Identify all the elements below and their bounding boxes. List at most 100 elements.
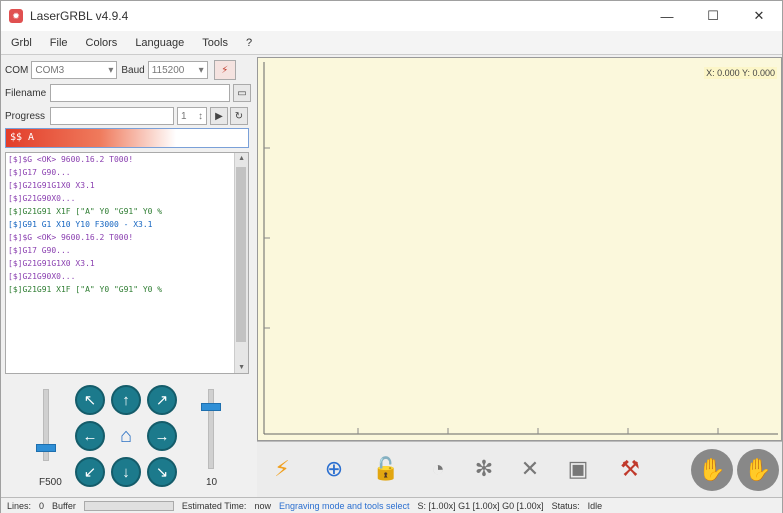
- connect-button[interactable]: ⚡: [213, 60, 236, 80]
- preview-canvas[interactable]: X: 0.000 Y: 0.000: [257, 57, 782, 441]
- estimated-time-label: Estimated Time:: [181, 500, 247, 511]
- chevron-down-icon: ▾: [108, 64, 114, 76]
- maximize-button[interactable]: ☐: [690, 1, 736, 31]
- stop-icon[interactable]: ✋: [737, 449, 779, 491]
- home-icon: ⌂: [119, 424, 133, 447]
- open-file-button[interactable]: ▭: [233, 84, 251, 102]
- focus-icon[interactable]: ✕: [509, 446, 551, 492]
- frame-icon[interactable]: ▣: [557, 446, 599, 492]
- jog-up-right-button[interactable]: ↗: [147, 385, 177, 415]
- center-icon[interactable]: ⊕: [313, 446, 355, 492]
- lines-label: Lines:: [7, 500, 32, 511]
- command-text: $$ A: [10, 132, 35, 143]
- step-slider-thumb[interactable]: [201, 402, 221, 411]
- menu-tools[interactable]: Tools: [202, 37, 228, 49]
- arrow-down-right-icon: ↘: [155, 464, 169, 481]
- progress-row: Progress 1 ↕ ▶ ↻: [5, 105, 253, 127]
- log-lines: [$]$G <OK> 9600.16.2 T000! [$]G17 G90... […: [6, 153, 248, 296]
- com-port-select[interactable]: COM3 ▾: [31, 61, 118, 79]
- log-line: [$]G17 G90...: [8, 246, 71, 255]
- arrow-up-icon: ↑: [122, 391, 130, 409]
- step-slider[interactable]: [208, 389, 214, 469]
- menu-file[interactable]: File: [50, 37, 68, 49]
- minimize-button[interactable]: —: [644, 1, 690, 31]
- console-log[interactable]: [$]$G <OK> 9600.16.2 T000! [$]G17 G90... […: [5, 152, 249, 374]
- baud-rate-select[interactable]: 115200 ▾: [147, 61, 208, 79]
- settings-icon[interactable]: ✻: [463, 446, 505, 492]
- lasergrbl-window: ✹ LaserGRBL v4.9.4 — ☐ ✕ Grbl File Color…: [0, 0, 783, 513]
- com-label: COM: [5, 64, 29, 76]
- status-value: Idle: [587, 500, 603, 511]
- flash-icon[interactable]: ⚡: [261, 446, 303, 492]
- passes-value: 1: [181, 110, 187, 122]
- baud-rate-value: 115200: [151, 64, 185, 76]
- com-port-value: COM3: [35, 64, 65, 76]
- buffer-label: Buffer: [52, 500, 76, 511]
- menu-colors[interactable]: Colors: [86, 37, 118, 49]
- menu-language[interactable]: Language: [135, 37, 184, 49]
- log-scroll-thumb[interactable]: [236, 167, 246, 342]
- run-program-button[interactable]: ▶: [210, 107, 228, 125]
- arrow-down-left-icon: ↙: [83, 464, 97, 481]
- folder-icon: ▭: [237, 87, 247, 99]
- jog-left-button[interactable]: ←: [75, 421, 105, 451]
- log-line: [$]G17 G90...: [8, 168, 71, 177]
- window-controls: — ☐ ✕: [644, 1, 782, 31]
- jog-right-button[interactable]: →: [147, 421, 177, 451]
- log-line: [$]G21G90X0...: [8, 272, 76, 281]
- log-line: [$]G21G91 X1F ["A" Y0 "G91" Y0 %: [8, 285, 163, 294]
- bottom-toolbar: ⚡ ⊕ 🔓 ◔ ✻ ✕ ▣ ⚒ ✋ ✋: [257, 441, 782, 497]
- engraving-mode-link[interactable]: Engraving mode and tools select: [279, 501, 410, 511]
- log-line: [$]G91 G1 X10 Y10 F3000 - X3.1: [8, 220, 153, 229]
- connection-row: COM COM3 ▾ Baud 115200 ▾ ⚡: [5, 59, 253, 81]
- laser-app-icon: ✹: [9, 9, 23, 23]
- estimated-time-value: now: [254, 500, 271, 511]
- pause-icon[interactable]: ◔: [417, 446, 459, 492]
- baud-label: Baud: [121, 64, 145, 76]
- log-line: [$]$G <OK> 9600.16.2 T000!: [8, 155, 134, 164]
- step-label: 10: [206, 477, 218, 488]
- progress-label: Progress: [5, 110, 46, 122]
- speed-slider-thumb[interactable]: [36, 444, 56, 453]
- scroll-up-icon[interactable]: ▲: [238, 155, 245, 162]
- menu-bar: Grbl File Colors Language Tools ?: [1, 31, 782, 55]
- log-scrollbar[interactable]: ▲ ▼: [234, 153, 248, 373]
- unlock-icon[interactable]: 🔓: [365, 446, 407, 492]
- close-button[interactable]: ✕: [736, 1, 782, 31]
- log-line: [$]G21G90X0...: [8, 194, 76, 203]
- command-input[interactable]: $$ A: [5, 128, 249, 148]
- arrow-left-icon: ←: [82, 427, 98, 445]
- status-label: Status:: [551, 500, 580, 511]
- reset-button[interactable]: ↻: [230, 107, 248, 125]
- log-line: [$]G21G91G1X0 X3.1: [8, 259, 95, 268]
- arrow-up-right-icon: ↗: [155, 392, 169, 409]
- menu-grbl[interactable]: Grbl: [11, 37, 32, 49]
- hammer-icon[interactable]: ⚒: [609, 446, 651, 492]
- menu-help[interactable]: ?: [246, 37, 252, 49]
- arrow-down-icon: ↓: [122, 463, 130, 481]
- arrow-up-left-icon: ↖: [83, 392, 97, 409]
- filename-label: Filename: [5, 87, 47, 99]
- status-bar: Lines: 0 Buffer Estimated Time: now Engr…: [1, 497, 782, 513]
- jog-up-button[interactable]: ↑: [111, 385, 141, 415]
- speed-label: F500: [39, 477, 62, 488]
- filename-field[interactable]: [50, 84, 230, 102]
- jog-down-right-button[interactable]: ↘: [147, 457, 177, 487]
- log-line: [$]G21G91G1X0 X3.1: [8, 181, 95, 190]
- log-line: [$]G21G91 X1F ["A" Y0 "G91" Y0 %: [8, 207, 163, 216]
- jog-down-left-button[interactable]: ↙: [75, 457, 105, 487]
- plug-icon: ⚡: [221, 64, 229, 76]
- buffer-bar: [83, 500, 174, 511]
- jog-down-button[interactable]: ↓: [111, 457, 141, 487]
- cursor-coordinates: X: 0.000 Y: 0.000: [704, 67, 777, 79]
- scroll-down-icon[interactable]: ▼: [238, 364, 245, 371]
- passes-stepper[interactable]: 1 ↕: [177, 107, 207, 125]
- arrow-right-icon: →: [154, 427, 170, 445]
- jog-up-left-button[interactable]: ↖: [75, 385, 105, 415]
- refresh-icon: ↻: [234, 110, 244, 122]
- play-icon: ▶: [215, 110, 223, 122]
- walk-icon[interactable]: ✋: [691, 449, 733, 491]
- home-button[interactable]: ⌂: [111, 421, 141, 451]
- title-bar: ✹ LaserGRBL v4.9.4 — ☐ ✕: [1, 1, 782, 31]
- ruler-ticks: [264, 147, 719, 434]
